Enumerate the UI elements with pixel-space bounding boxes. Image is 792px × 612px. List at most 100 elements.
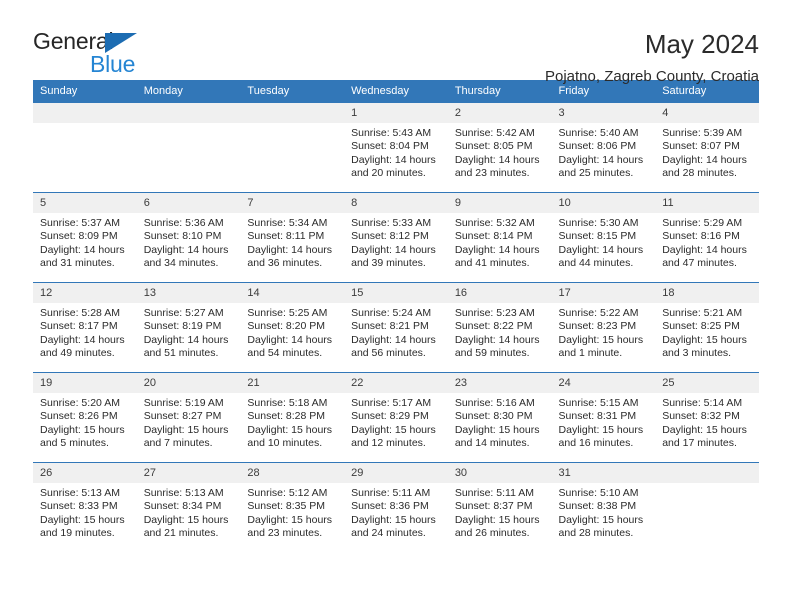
day-details: Sunrise: 5:40 AM Sunset: 8:06 PM Daylight:… — [552, 123, 656, 181]
calendar-page: General Blue May 2024 Pojatno, Zagreb Co… — [0, 0, 792, 612]
calendar-day-cell[interactable]: 11 Sunrise: 5:29 AM Sunset: 8:16 PM Dayligh… — [655, 192, 759, 283]
calendar-day-cell[interactable]: 10 Sunrise: 5:30 AM Sunset: 8:15 PM Dayligh… — [551, 192, 656, 283]
day-number: 31 — [551, 463, 656, 483]
sunset-time: Sunset: 8:16 PM — [662, 230, 740, 243]
calendar-day-cell[interactable]: 14 Sunrise: 5:25 AM Sunset: 8:20 PM Dayligh… — [240, 282, 345, 373]
day-details: Sunrise: 5:14 AM Sunset: 8:32 PM Daylight:… — [655, 393, 759, 451]
calendar-day-cell[interactable]: 15 Sunrise: 5:24 AM Sunset: 8:21 PM Dayligh… — [344, 282, 448, 373]
daylight-duration-line1: Daylight: 14 hours — [662, 153, 747, 166]
day-number: 1 — [344, 103, 448, 123]
day-number: 14 — [240, 283, 345, 303]
day-cell-inner: 31 Sunrise: 5:10 AM Sunset: 8:38 PM Dayligh… — [551, 463, 656, 552]
weekday-header-monday: Monday — [136, 80, 241, 103]
calendar-day-cell[interactable]: 25 Sunrise: 5:14 AM Sunset: 8:32 PM Dayligh… — [655, 372, 759, 463]
day-details: Sunrise: 5:16 AM Sunset: 8:30 PM Daylight:… — [448, 393, 552, 451]
calendar-day-cell[interactable]: 8 Sunrise: 5:33 AM Sunset: 8:12 PM Daylight… — [344, 192, 448, 283]
calendar-day-cell[interactable]: 17 Sunrise: 5:22 AM Sunset: 8:23 PM Dayligh… — [551, 282, 656, 373]
day-details: Sunrise: 5:42 AM Sunset: 8:05 PM Daylight:… — [448, 123, 552, 181]
day-details: Sunrise: 5:39 AM Sunset: 8:07 PM Daylight:… — [655, 123, 759, 181]
daylight-duration-line1: Daylight: 14 hours — [351, 153, 436, 166]
calendar-day-cell[interactable]: 2 Sunrise: 5:42 AM Sunset: 8:05 PM Daylight… — [447, 102, 552, 193]
sunrise-time: Sunrise: 5:24 AM — [351, 307, 432, 319]
day-details: Sunrise: 5:13 AM Sunset: 8:33 PM Daylight:… — [33, 483, 137, 541]
calendar-day-cell[interactable]: 7 Sunrise: 5:34 AM Sunset: 8:11 PM Daylight… — [240, 192, 345, 283]
day-details: Sunrise: 5:25 AM Sunset: 8:20 PM Daylight:… — [240, 303, 344, 361]
daylight-duration-line2: and 41 minutes. — [454, 257, 530, 270]
day-cell-inner — [136, 103, 241, 192]
daylight-duration-line2: and 1 minute. — [558, 347, 623, 360]
sunrise-time: Sunrise: 5:40 AM — [558, 127, 639, 139]
daylight-duration-line2: and 17 minutes. — [662, 437, 737, 450]
day-number — [33, 103, 137, 123]
weekday-header-tuesday: Tuesday — [240, 80, 345, 103]
calendar-day-cell[interactable]: 23 Sunrise: 5:16 AM Sunset: 8:30 PM Dayligh… — [447, 372, 552, 463]
calendar-day-cell[interactable]: 22 Sunrise: 5:17 AM Sunset: 8:29 PM Dayligh… — [344, 372, 448, 463]
day-number: 20 — [136, 373, 241, 393]
sunset-time: Sunset: 8:09 PM — [40, 230, 118, 243]
calendar-day-cell[interactable]: 30 Sunrise: 5:11 AM Sunset: 8:37 PM Dayligh… — [447, 462, 552, 552]
calendar-day-cell[interactable]: 6 Sunrise: 5:36 AM Sunset: 8:10 PM Daylight… — [136, 192, 241, 283]
day-details: Sunrise: 5:15 AM Sunset: 8:31 PM Daylight:… — [552, 393, 656, 451]
sunrise-time: Sunrise: 5:13 AM — [40, 487, 120, 499]
calendar-day-cell[interactable]: 13 Sunrise: 5:27 AM Sunset: 8:19 PM Dayligh… — [136, 282, 241, 373]
calendar-day-cell[interactable]: 1 Sunrise: 5:43 AM Sunset: 8:04 PM Daylight… — [344, 102, 448, 193]
calendar-day-cell[interactable]: 20 Sunrise: 5:19 AM Sunset: 8:27 PM Dayligh… — [136, 372, 241, 463]
calendar-day-cell[interactable]: 3 Sunrise: 5:40 AM Sunset: 8:06 PM Daylight… — [551, 102, 656, 193]
day-cell-inner: 8 Sunrise: 5:33 AM Sunset: 8:12 PM Daylight… — [344, 193, 448, 282]
calendar-day-cell[interactable]: 21 Sunrise: 5:18 AM Sunset: 8:28 PM Dayligh… — [240, 372, 345, 463]
daylight-duration-line2: and 21 minutes. — [143, 527, 219, 540]
daylight-duration-line2: and 47 minutes. — [662, 257, 737, 270]
daylight-duration-line1: Daylight: 15 hours — [247, 513, 333, 526]
sunset-time: Sunset: 8:07 PM — [662, 140, 740, 153]
sunrise-time: Sunrise: 5:42 AM — [454, 127, 535, 139]
calendar-day-cell[interactable]: 18 Sunrise: 5:21 AM Sunset: 8:25 PM Dayligh… — [655, 282, 759, 373]
daylight-duration-line2: and 20 minutes. — [351, 167, 426, 180]
daylight-duration-line1: Daylight: 15 hours — [351, 513, 436, 526]
day-details: Sunrise: 5:12 AM Sunset: 8:35 PM Daylight:… — [240, 483, 344, 541]
day-cell-inner: 24 Sunrise: 5:15 AM Sunset: 8:31 PM Dayligh… — [551, 373, 656, 462]
daylight-duration-line2: and 5 minutes. — [40, 437, 109, 450]
day-details: Sunrise: 5:11 AM Sunset: 8:37 PM Daylight:… — [448, 483, 552, 541]
day-number: 17 — [551, 283, 656, 303]
day-number: 21 — [240, 373, 345, 393]
day-details: Sunrise: 5:21 AM Sunset: 8:25 PM Daylight:… — [655, 303, 759, 361]
daylight-duration-line2: and 16 minutes. — [558, 437, 634, 450]
sunrise-time: Sunrise: 5:29 AM — [662, 217, 743, 229]
sunrise-time: Sunrise: 5:11 AM — [454, 487, 534, 499]
sunset-time: Sunset: 8:04 PM — [351, 140, 429, 153]
day-cell-inner: 13 Sunrise: 5:27 AM Sunset: 8:19 PM Dayligh… — [136, 283, 241, 372]
sunrise-time: Sunrise: 5:30 AM — [558, 217, 639, 229]
calendar-day-cell[interactable]: 12 Sunrise: 5:28 AM Sunset: 8:17 PM Dayligh… — [33, 282, 137, 373]
sunrise-time: Sunrise: 5:19 AM — [143, 397, 224, 409]
sunrise-time: Sunrise: 5:33 AM — [351, 217, 432, 229]
calendar-day-cell[interactable]: 16 Sunrise: 5:23 AM Sunset: 8:22 PM Dayligh… — [447, 282, 552, 373]
calendar-day-cell[interactable]: 26 Sunrise: 5:13 AM Sunset: 8:33 PM Dayligh… — [33, 462, 137, 552]
sunrise-time: Sunrise: 5:17 AM — [351, 397, 432, 409]
daylight-duration-line1: Daylight: 15 hours — [558, 333, 644, 346]
calendar-day-cell[interactable]: 31 Sunrise: 5:10 AM Sunset: 8:38 PM Dayligh… — [551, 462, 656, 552]
sunset-time: Sunset: 8:29 PM — [351, 410, 429, 423]
daylight-duration-line1: Daylight: 14 hours — [247, 243, 333, 256]
calendar-day-cell[interactable]: 27 Sunrise: 5:13 AM Sunset: 8:34 PM Dayligh… — [136, 462, 241, 552]
calendar-day-cell[interactable]: 24 Sunrise: 5:15 AM Sunset: 8:31 PM Dayligh… — [551, 372, 656, 463]
daylight-duration-line1: Daylight: 15 hours — [454, 513, 540, 526]
calendar-day-cell[interactable]: 9 Sunrise: 5:32 AM Sunset: 8:14 PM Daylight… — [447, 192, 552, 283]
daylight-duration-line2: and 10 minutes. — [247, 437, 323, 450]
calendar-day-cell[interactable]: 5 Sunrise: 5:37 AM Sunset: 8:09 PM Daylight… — [33, 192, 137, 283]
day-cell-inner: 3 Sunrise: 5:40 AM Sunset: 8:06 PM Daylight… — [551, 103, 656, 192]
sunrise-time: Sunrise: 5:25 AM — [247, 307, 328, 319]
daylight-duration-line1: Daylight: 15 hours — [662, 333, 747, 346]
calendar-day-cell — [136, 102, 241, 193]
general-blue-logo[interactable]: General Blue — [33, 28, 151, 80]
calendar-day-cell[interactable]: 4 Sunrise: 5:39 AM Sunset: 8:07 PM Daylight… — [655, 102, 759, 193]
day-cell-inner: 12 Sunrise: 5:28 AM Sunset: 8:17 PM Dayligh… — [33, 283, 137, 372]
calendar-day-cell[interactable]: 29 Sunrise: 5:11 AM Sunset: 8:36 PM Dayligh… — [344, 462, 448, 552]
daylight-duration-line1: Daylight: 15 hours — [558, 513, 644, 526]
day-cell-inner: 1 Sunrise: 5:43 AM Sunset: 8:04 PM Daylight… — [344, 103, 448, 192]
day-number: 7 — [240, 193, 345, 213]
calendar-day-cell[interactable]: 28 Sunrise: 5:12 AM Sunset: 8:35 PM Dayligh… — [240, 462, 345, 552]
calendar-day-cell[interactable]: 19 Sunrise: 5:20 AM Sunset: 8:26 PM Dayligh… — [33, 372, 137, 463]
day-number: 13 — [136, 283, 241, 303]
sunset-time: Sunset: 8:14 PM — [454, 230, 533, 243]
daylight-duration-line1: Daylight: 15 hours — [247, 423, 333, 436]
